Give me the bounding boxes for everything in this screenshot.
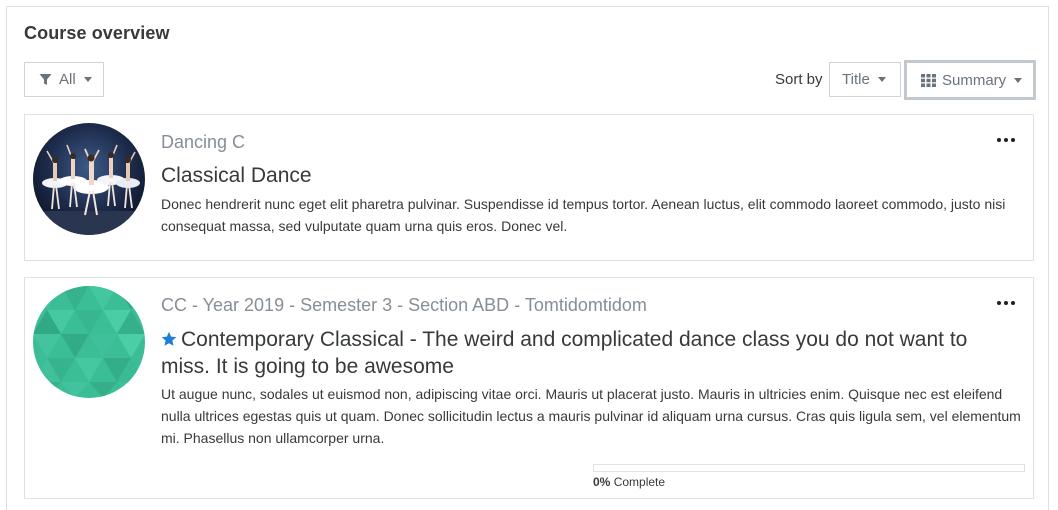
view-value: Summary: [942, 71, 1007, 89]
progress-suffix: Complete: [613, 475, 666, 489]
course-name-text: Contemporary Classical - The weird and c…: [161, 328, 968, 378]
course-summary: Donec hendrerit nunc eget elit pharetra …: [161, 196, 1006, 234]
progress-bar: [593, 464, 1025, 472]
course-category: Dancing C: [161, 132, 246, 152]
course-category: CC - Year 2019 - Semester 3 - Section AB…: [161, 295, 647, 315]
course-name-link[interactable]: Contemporary Classical - The weird and c…: [161, 326, 981, 380]
green-triangle-pattern: [33, 286, 145, 398]
course-image[interactable]: [33, 123, 145, 235]
course-overview-block: Course overview All Sort by Title Summar…: [6, 6, 1049, 510]
chevron-down-icon: [877, 77, 886, 82]
filter-label: All: [59, 71, 76, 88]
course-name-text: Classical Dance: [161, 164, 312, 187]
chevron-down-icon: [83, 77, 92, 82]
star-icon: [161, 331, 177, 346]
sort-value: Title: [842, 71, 870, 88]
sort-dropdown-button[interactable]: Title: [829, 62, 901, 97]
ballet-dancers-photo: [33, 123, 145, 235]
course-image[interactable]: [33, 286, 145, 398]
progress-percent: 0%: [593, 475, 611, 489]
course-card[interactable]: CC - Year 2019 - Semester 3 - Section AB…: [24, 277, 1034, 499]
block-title: Course overview: [24, 23, 170, 43]
progress-text: 0% Complete: [593, 475, 665, 489]
view-dropdown-button[interactable]: Summary: [904, 60, 1036, 100]
course-name-link[interactable]: Classical Dance: [161, 162, 981, 189]
course-card[interactable]: Dancing C Classical Dance Donec hendreri…: [24, 114, 1034, 261]
filter-dropdown-button[interactable]: All: [24, 62, 104, 97]
more-actions-icon[interactable]: [997, 135, 1015, 145]
course-summary: Ut augue nunc, sodales ut euismod non, a…: [161, 386, 1021, 446]
more-actions-icon[interactable]: [997, 298, 1015, 308]
grid-icon: [921, 73, 936, 87]
chevron-down-icon: [1014, 77, 1023, 83]
filter-icon: [39, 74, 52, 85]
sort-by-label: Sort by: [775, 71, 823, 88]
